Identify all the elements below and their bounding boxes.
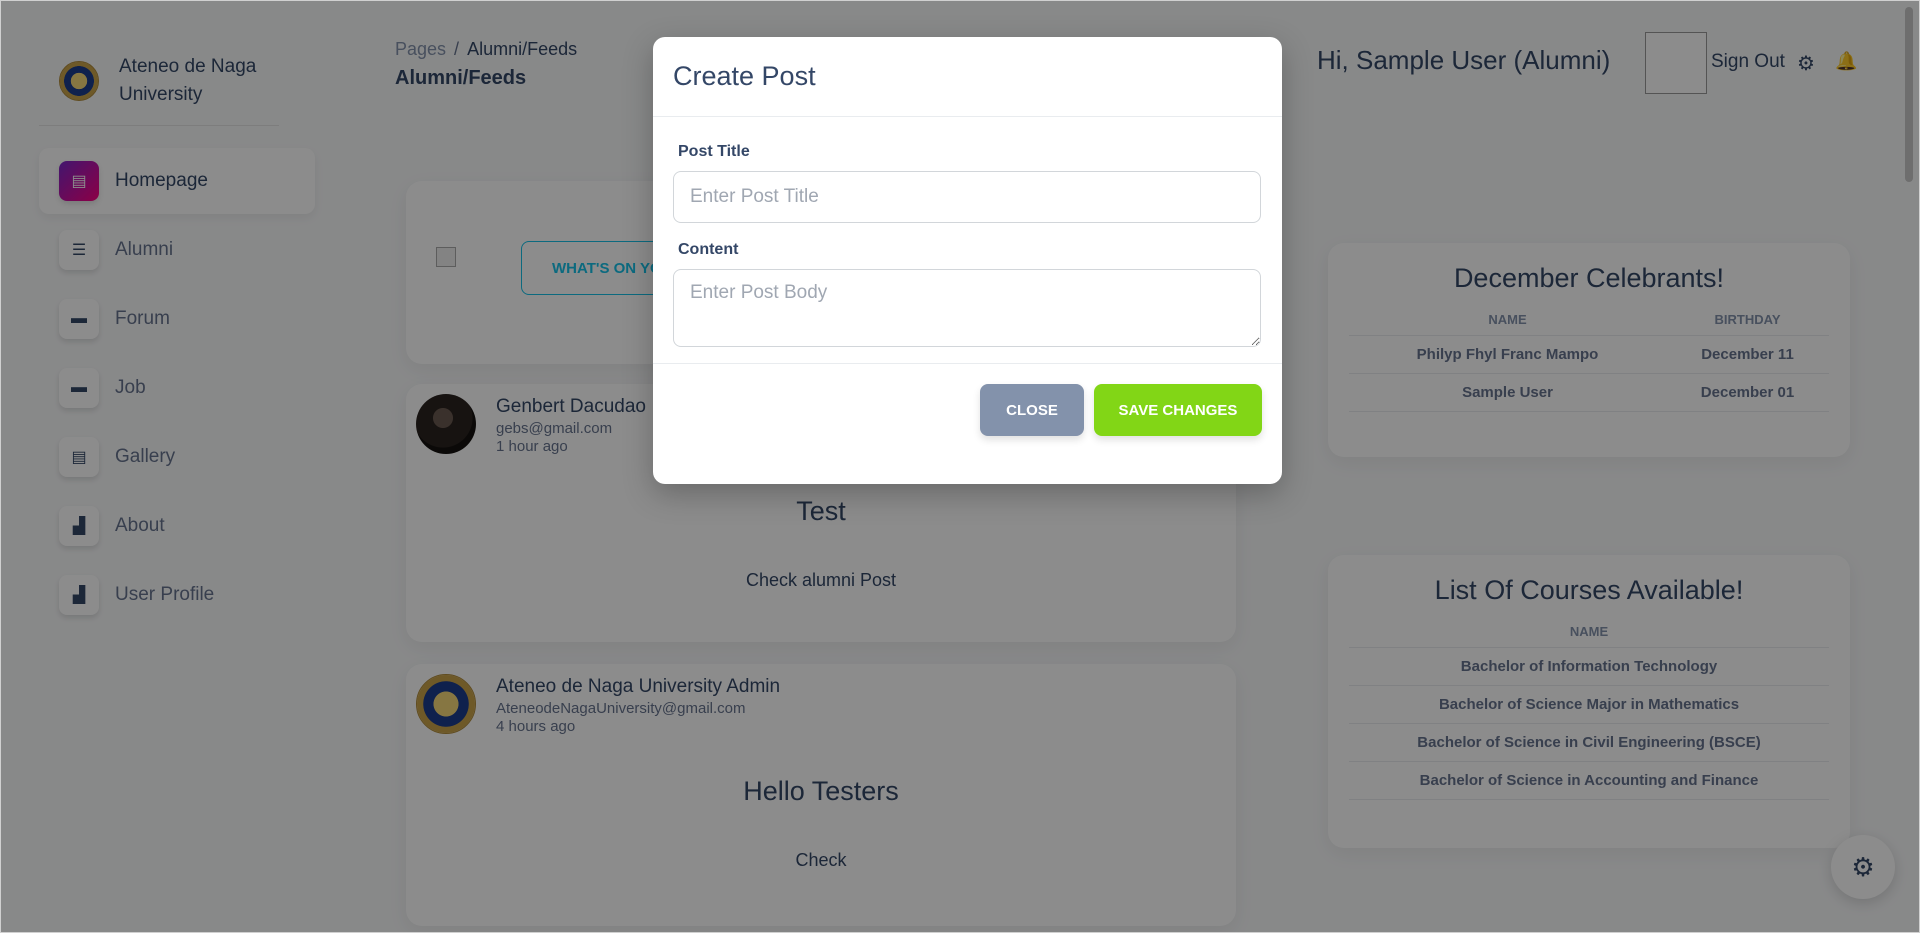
content-textarea[interactable] [673,269,1261,347]
modal-title: Create Post [673,61,816,91]
app-root: Ateneo de Naga University ▤ Homepage ☰ A… [0,0,1920,933]
modal-body: Post Title Content [653,117,1282,364]
create-post-modal: Create Post Post Title Content CLOSE SAV… [653,37,1282,484]
content-label: Content [678,241,739,258]
modal-header: Create Post [653,37,1282,117]
save-changes-button[interactable]: SAVE CHANGES [1094,384,1262,436]
post-title-label: Post Title [678,143,750,160]
post-title-input[interactable] [673,171,1261,223]
modal-footer: CLOSE SAVE CHANGES [653,364,1282,456]
close-button[interactable]: CLOSE [980,384,1084,436]
